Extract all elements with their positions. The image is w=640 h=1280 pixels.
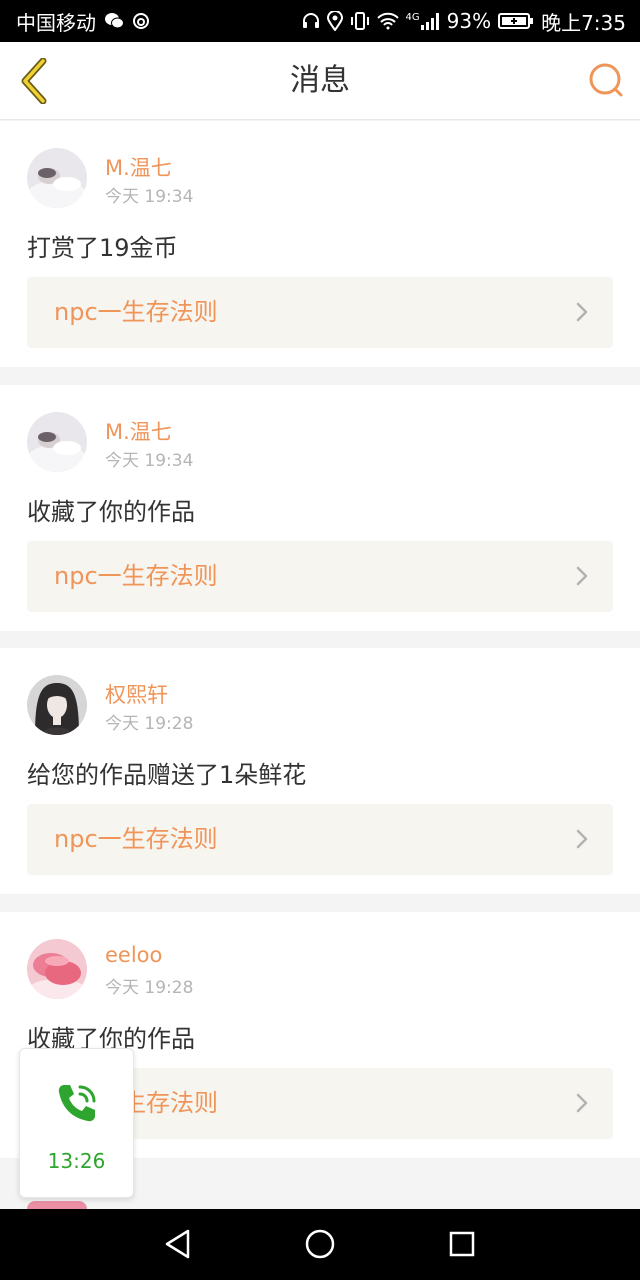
work-title: npc一生存法则 <box>54 298 218 326</box>
chevron-left-icon <box>21 58 47 104</box>
recents-square-icon <box>449 1231 475 1257</box>
work-link[interactable]: npc一生存法则 <box>27 277 613 348</box>
nav-recents-button[interactable] <box>442 1224 482 1264</box>
app-header: 消息 <box>0 42 640 120</box>
search-button[interactable] <box>586 60 626 100</box>
avatar[interactable] <box>27 675 87 735</box>
back-triangle-icon <box>165 1229 190 1259</box>
username[interactable]: M.温七 <box>105 416 172 446</box>
battery-icon <box>498 12 534 30</box>
floating-call-widget[interactable]: 13:26 <box>19 1048 134 1198</box>
search-icon <box>589 63 623 97</box>
nav-back-button[interactable] <box>158 1224 198 1264</box>
headset-icon <box>302 12 320 30</box>
action-text: 收藏了你的作品 <box>27 498 195 526</box>
wifi-icon <box>376 12 399 30</box>
battery-percent: 93% <box>446 9 492 33</box>
chevron-right-icon <box>576 302 588 322</box>
wechat-icon <box>104 12 124 30</box>
page-title: 消息 <box>290 63 350 98</box>
work-link[interactable]: npc一生存法则 <box>27 541 613 612</box>
username[interactable]: M.温七 <box>105 152 172 182</box>
network-label: 4G <box>405 12 420 23</box>
message-card: 权熙轩 今天 19:28 给您的作品赠送了1朵鲜花 npc一生存法则 <box>0 648 640 894</box>
timestamp: 今天 19:28 <box>105 978 194 998</box>
carrier-label: 中国移动 <box>16 10 96 35</box>
timestamp: 今天 19:34 <box>105 451 194 471</box>
avatar[interactable] <box>27 148 87 208</box>
work-title: npc一生存法则 <box>54 825 218 853</box>
chevron-right-icon <box>576 1093 588 1113</box>
username[interactable]: 权熙轩 <box>105 679 168 709</box>
system-nav-bar <box>0 1209 640 1280</box>
sync-icon <box>132 12 150 30</box>
home-circle-icon <box>305 1229 335 1259</box>
nav-home-button[interactable] <box>300 1224 340 1264</box>
avatar[interactable] <box>27 939 87 999</box>
action-text: 给您的作品赠送了1朵鲜花 <box>27 761 307 789</box>
work-title: 生存法则 <box>122 1089 218 1117</box>
timestamp: 今天 19:28 <box>105 714 194 734</box>
message-card: M.温七 今天 19:34 收藏了你的作品 npc一生存法则 <box>0 385 640 631</box>
chevron-right-icon <box>576 566 588 586</box>
avatar <box>27 1201 87 1209</box>
vibrate-icon <box>350 12 370 30</box>
location-icon <box>326 11 343 31</box>
timestamp: 今天 19:34 <box>105 187 194 207</box>
work-link[interactable]: npc一生存法则 <box>27 804 613 875</box>
back-button[interactable] <box>14 56 54 106</box>
call-timer: 13:26 <box>47 1149 106 1173</box>
status-bar: 中国移动 4G 93% 晚上7:35 <box>0 0 640 42</box>
action-text: 打赏了19金币 <box>27 234 178 262</box>
username[interactable]: eeloo <box>105 943 162 967</box>
message-card: M.温七 今天 19:34 打赏了19金币 npc一生存法则 <box>0 121 640 367</box>
signal-icon: 4G <box>406 12 440 30</box>
status-time: 晚上7:35 <box>541 10 626 35</box>
work-title: npc一生存法则 <box>54 562 218 590</box>
avatar[interactable] <box>27 412 87 472</box>
chevron-right-icon <box>576 829 588 849</box>
phone-call-icon <box>58 1085 96 1122</box>
